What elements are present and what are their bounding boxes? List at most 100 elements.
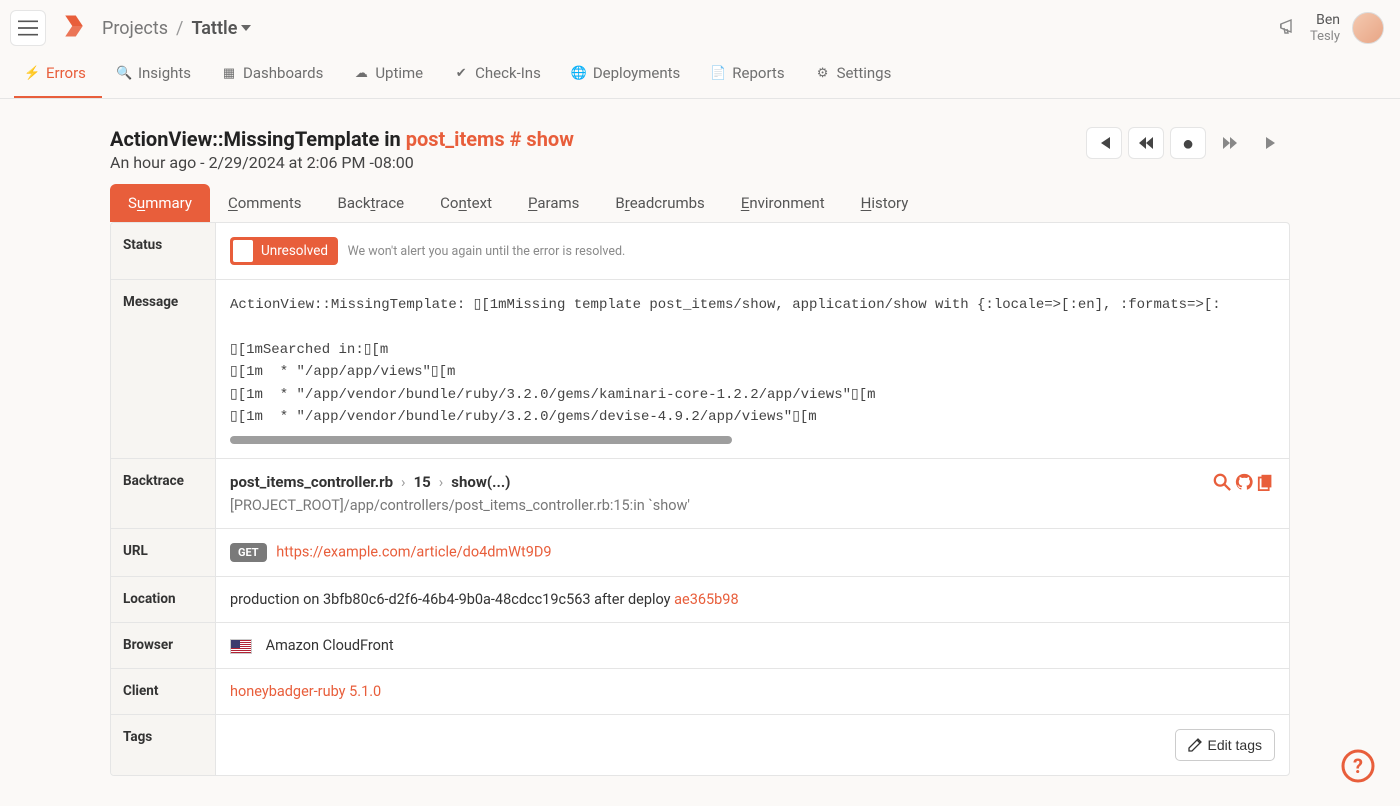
tab-reports-label: Reports	[732, 64, 784, 82]
subtab-params[interactable]: Params	[510, 184, 597, 222]
tab-settings-label: Settings	[837, 64, 892, 82]
horizontal-scrollbar[interactable]	[230, 436, 732, 444]
tab-uptime[interactable]: ☁ Uptime	[343, 50, 439, 98]
subtab-comments[interactable]: Comments	[210, 184, 320, 222]
grid-icon: ▦	[221, 66, 237, 81]
tab-deployments-label: Deployments	[593, 64, 680, 82]
pager-last-button[interactable]	[1254, 127, 1290, 159]
cloud-icon: ☁	[353, 66, 369, 81]
topbar: Projects / Tattle Ben Tesly	[0, 0, 1400, 50]
user-last-name: Tesly	[1310, 29, 1340, 45]
row-tags-label: Tags	[111, 715, 216, 775]
row-url: URL GET https://example.com/article/do4d…	[111, 528, 1289, 576]
error-timestamp: An hour ago - 2/29/2024 at 2:06 PM -08:0…	[110, 153, 1086, 172]
search-icon: 🔍	[116, 66, 132, 81]
fast-forward-icon	[1223, 137, 1237, 149]
error-pager: ●	[1086, 127, 1290, 159]
row-message: Message ActionView::MissingTemplate: ▯[1…	[111, 279, 1289, 458]
subtab-environment[interactable]: Environment	[723, 184, 843, 222]
pager-prev-button[interactable]	[1128, 127, 1164, 159]
search-icon	[1213, 473, 1231, 491]
check-icon: ✔	[453, 66, 469, 81]
backtrace-actions	[1213, 473, 1275, 495]
globe-icon: 🌐	[571, 66, 587, 81]
row-browser-label: Browser	[111, 623, 216, 668]
pager-first-button[interactable]	[1086, 127, 1122, 159]
honeybadger-logo-icon	[60, 12, 88, 40]
megaphone-icon	[1280, 18, 1298, 34]
user-name[interactable]: Ben Tesly	[1310, 12, 1340, 44]
row-backtrace-label: Backtrace	[111, 459, 216, 528]
svg-text:?: ?	[1353, 754, 1363, 778]
backtrace-copy-button[interactable]	[1257, 473, 1275, 495]
bolt-icon: ⚡	[24, 66, 40, 81]
chevron-right-icon: ›	[401, 473, 406, 491]
status-toggle[interactable]: Unresolved	[230, 237, 338, 265]
subtab-breadcrumbs[interactable]: Breadcrumbs	[597, 184, 722, 222]
breadcrumb-current-project[interactable]: Tattle	[191, 18, 251, 39]
deploy-link[interactable]: ae365b98	[674, 591, 738, 608]
rewind-icon	[1139, 137, 1153, 149]
tab-errors[interactable]: ⚡Errors	[14, 50, 102, 98]
status-text: Unresolved	[253, 239, 338, 263]
edit-tags-button[interactable]: Edit tags	[1175, 729, 1275, 761]
announcements-button[interactable]	[1280, 18, 1298, 38]
url-link[interactable]: https://example.com/article/do4dmWt9D9	[276, 544, 551, 561]
error-in: in	[379, 127, 405, 151]
skip-forward-icon	[1265, 137, 1279, 149]
tab-deployments[interactable]: 🌐 Deployments	[561, 50, 696, 98]
chevron-right-icon: ›	[439, 473, 444, 491]
backtrace-line: 15	[414, 473, 431, 491]
help-button[interactable]: ?	[1338, 746, 1378, 786]
backtrace-file: post_items_controller.rb	[230, 473, 393, 491]
main-nav: ⚡Errors 🔍Insights ▦ Dashboards ☁ Uptime ✔ C…	[0, 50, 1400, 99]
backtrace-method: show(...)	[451, 473, 510, 491]
pager-current-button[interactable]: ●	[1170, 127, 1206, 159]
breadcrumb-separator: /	[176, 18, 183, 39]
row-url-label: URL	[111, 529, 216, 576]
row-status: Status Unresolved We won't alert you aga…	[111, 223, 1289, 279]
avatar[interactable]	[1352, 12, 1384, 44]
breadcrumb: Projects / Tattle	[102, 18, 251, 39]
backtrace-search-button[interactable]	[1213, 473, 1231, 495]
row-message-label: Message	[111, 280, 216, 458]
gear-icon: ⚙	[815, 66, 831, 81]
backtrace-path: [PROJECT_ROOT]/app/controllers/post_item…	[230, 497, 1275, 514]
location-text: production on 3bfb80c6-d2f6-46b4-9b0a-48…	[230, 591, 674, 608]
edit-tags-label: Edit tags	[1208, 737, 1262, 753]
status-note: We won't alert you again until the error…	[348, 244, 626, 259]
checkbox-icon	[233, 240, 253, 262]
subtab-context[interactable]: Context	[422, 184, 510, 222]
github-icon	[1235, 473, 1253, 491]
chevron-down-icon	[241, 25, 251, 31]
help-icon: ?	[1340, 748, 1376, 784]
copy-icon	[1257, 473, 1275, 491]
message-text: ActionView::MissingTemplate: ▯[1mMissing…	[230, 294, 1275, 428]
row-backtrace: Backtrace post_items_controller.rb › 15 …	[111, 458, 1289, 528]
tab-dashboards[interactable]: ▦ Dashboards	[211, 50, 339, 98]
error-location-link[interactable]: post_items # show	[406, 127, 574, 151]
error-subtabs: Summary Comments Backtrace Context Param…	[110, 184, 1290, 222]
breadcrumb-projects[interactable]: Projects	[102, 18, 168, 39]
browser-text: Amazon CloudFront	[266, 637, 394, 654]
backtrace-github-button[interactable]	[1235, 473, 1253, 495]
client-link[interactable]: honeybadger-ruby 5.1.0	[230, 683, 381, 700]
tab-checkins[interactable]: ✔ Check-Ins	[443, 50, 557, 98]
pencil-icon	[1188, 738, 1202, 752]
hamburger-menu-button[interactable]	[10, 10, 46, 46]
pager-next-button[interactable]	[1212, 127, 1248, 159]
row-tags: Tags Edit tags	[111, 714, 1289, 775]
file-icon: 📄	[710, 66, 726, 81]
user-first-name: Ben	[1310, 12, 1340, 29]
subtab-history[interactable]: History	[843, 184, 927, 222]
app-logo[interactable]	[60, 12, 88, 44]
subtab-backtrace[interactable]: Backtrace	[319, 184, 422, 222]
tab-reports[interactable]: 📄 Reports	[700, 50, 800, 98]
breadcrumb-current-label: Tattle	[191, 18, 237, 39]
subtab-summary[interactable]: Summary	[110, 184, 210, 222]
tab-dashboards-label: Dashboards	[243, 64, 323, 82]
tab-checkins-label: Check-Ins	[475, 64, 541, 82]
tab-uptime-label: Uptime	[375, 64, 423, 82]
tab-insights[interactable]: 🔍Insights	[106, 50, 207, 98]
tab-settings[interactable]: ⚙ Settings	[805, 50, 908, 98]
